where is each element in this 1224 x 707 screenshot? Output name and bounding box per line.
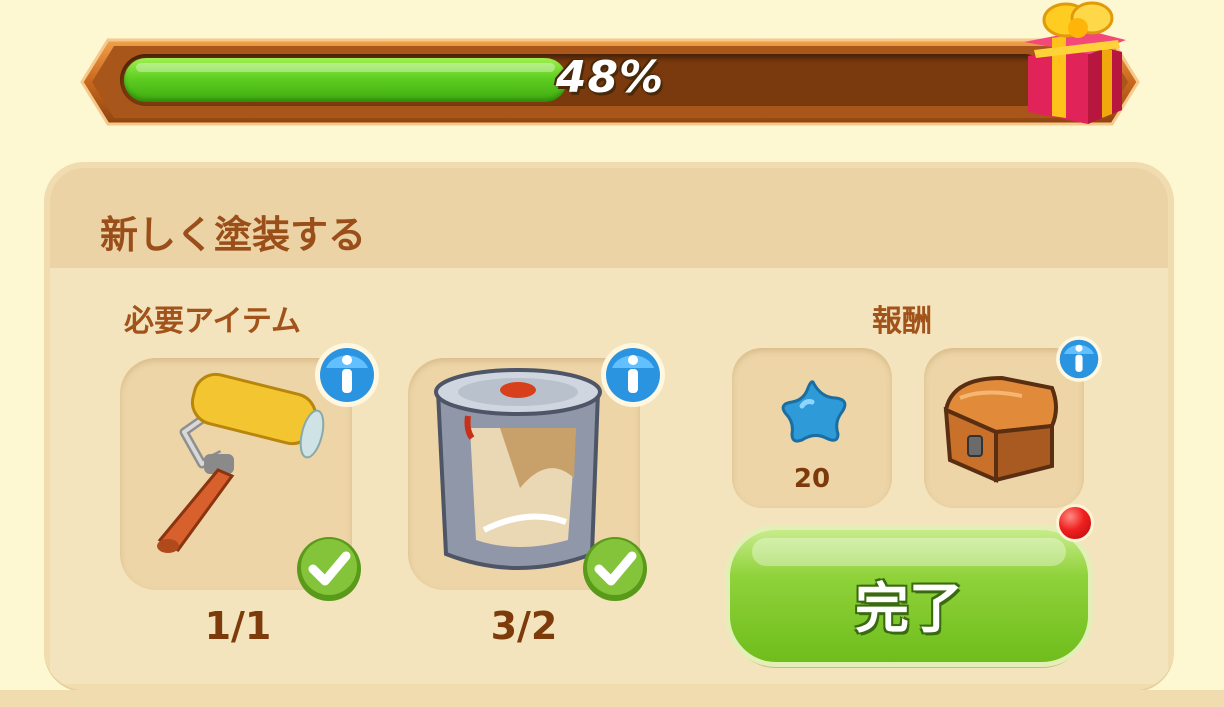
progress-bar: 48% bbox=[80, 36, 1140, 128]
required-item-count: 1/1 bbox=[204, 604, 272, 648]
required-items-label: 必要アイテム bbox=[124, 304, 301, 339]
reward-label: 報酬 bbox=[872, 304, 932, 339]
progress-percent: 48% bbox=[555, 52, 665, 103]
required-item-count: 3/2 bbox=[490, 604, 558, 648]
reward-count: 20 bbox=[793, 464, 831, 494]
panel-header: 新しく塗装する bbox=[50, 168, 1168, 268]
info-icon[interactable] bbox=[312, 340, 382, 410]
complete-button[interactable]: 完了 bbox=[730, 530, 1088, 662]
panel-title: 新しく塗装する bbox=[100, 213, 367, 257]
check-icon bbox=[297, 537, 361, 601]
blue-star-icon bbox=[781, 380, 847, 443]
bottom-strip bbox=[0, 690, 1224, 707]
notification-dot bbox=[1056, 504, 1094, 542]
check-icon bbox=[583, 537, 647, 601]
info-icon[interactable] bbox=[1054, 334, 1104, 384]
info-icon[interactable] bbox=[598, 340, 668, 410]
gift-icon[interactable] bbox=[1018, 0, 1128, 130]
complete-button-label: 完了 bbox=[855, 577, 963, 640]
